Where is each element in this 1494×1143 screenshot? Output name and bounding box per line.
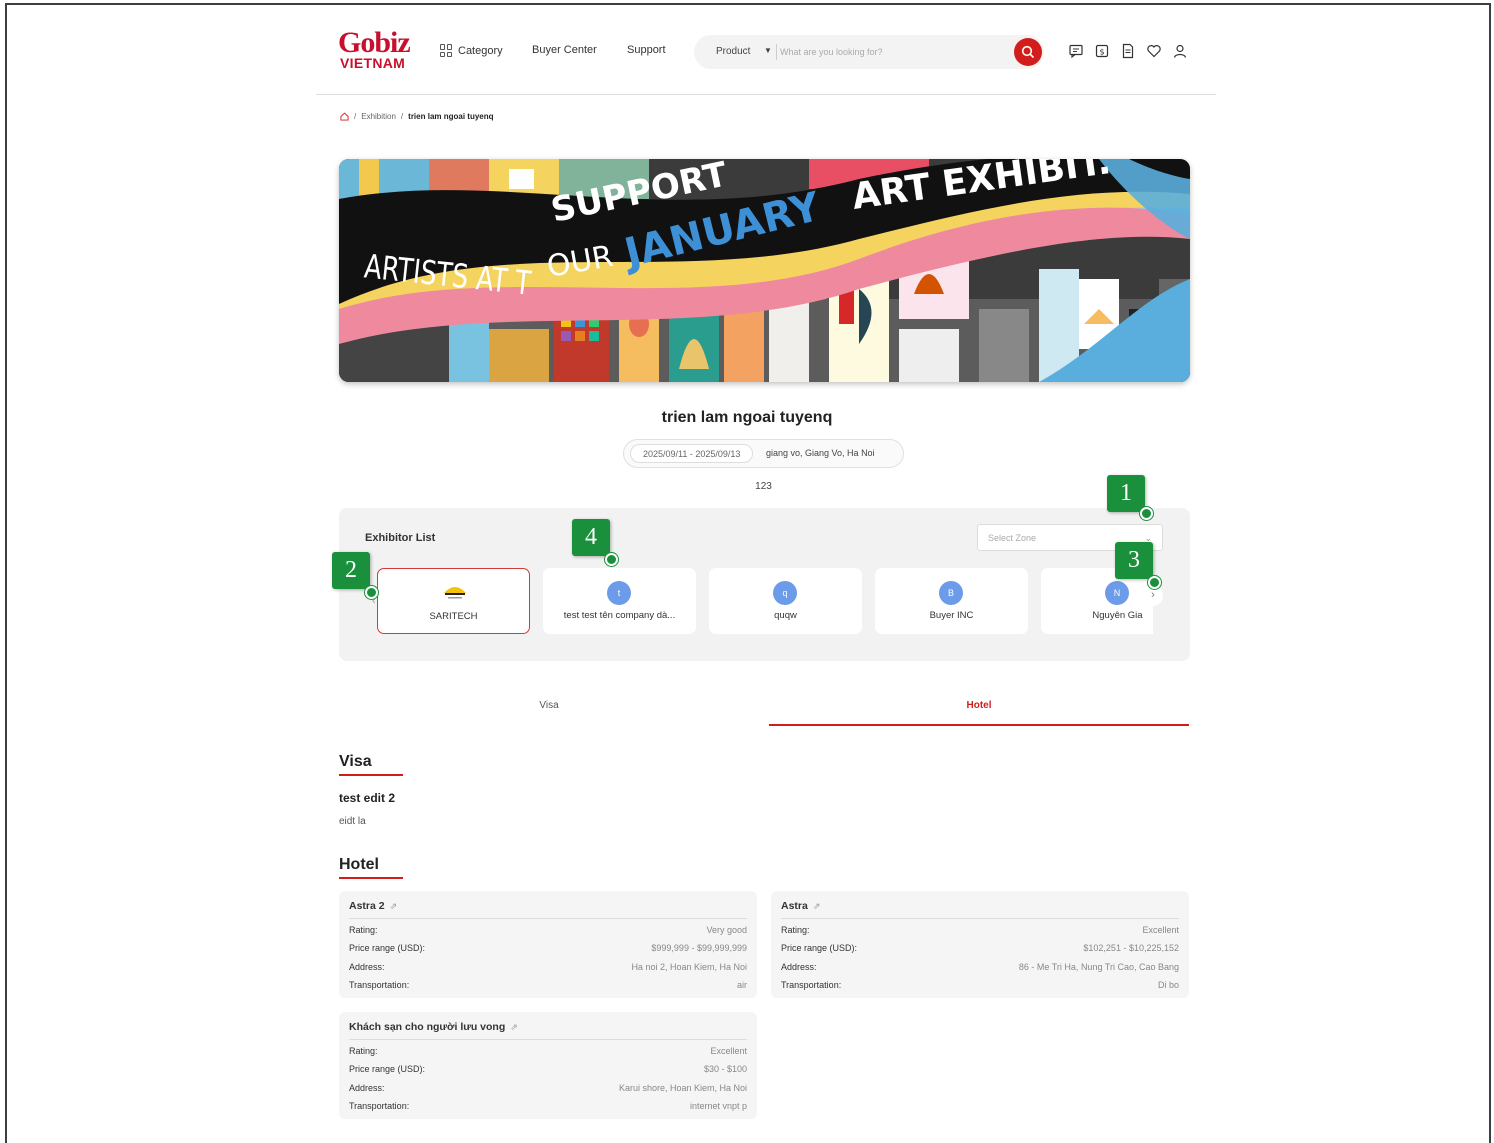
event-location: giang vo, Giang Vo, Ha Noi [766, 448, 875, 458]
transport-label: Transportation: [349, 1101, 410, 1111]
rating-value: Excellent [1142, 925, 1179, 935]
breadcrumb-exhibition[interactable]: Exhibition [361, 112, 396, 121]
carousel-next-icon[interactable]: › [1143, 586, 1163, 606]
quote-icon[interactable]: $ [1094, 43, 1110, 59]
transport-value: Di bo [1157, 980, 1179, 990]
external-link-icon[interactable]: ⇗ [510, 1022, 518, 1032]
exhibitor-avatar: t [607, 581, 631, 605]
banner-artwork: SUPPORT ARTISTS AT T OUR JANUARY ART EXH… [339, 159, 1190, 382]
chat-icon[interactable] [1068, 43, 1084, 59]
transport-value: internet vnpt p [689, 1101, 747, 1111]
event-title: trien lam ngoai tuyenq [661, 409, 833, 426]
search-divider [776, 44, 777, 60]
address-value: 86 - Me Tri Ha, Nung Tri Cao, Cao Bang [1018, 962, 1179, 972]
hotel-heading-underline [339, 877, 403, 879]
price-label: Price range (USD): [349, 943, 426, 953]
exhibitor-avatar: B [939, 581, 963, 605]
zone-select-placeholder: Select Zone [988, 533, 1037, 543]
grid-icon [440, 44, 453, 57]
exhibitor-name: SARITECH [429, 611, 478, 622]
price-label: Price range (USD): [781, 943, 858, 953]
logo-country: VIETNAM [340, 55, 406, 71]
rating-label: Rating: [781, 925, 810, 935]
hotel-name: Astra [781, 900, 808, 912]
rating-label: Rating: [349, 925, 378, 935]
active-tab-indicator [769, 724, 1189, 726]
price-value: $30 - $100 [703, 1064, 747, 1074]
exhibitor-panel: Exhibitor List Select Zone ⌄ ‹ SARITECH … [339, 508, 1190, 661]
tab-visa[interactable]: Visa [339, 700, 759, 711]
hotel-card: Astra 2 ⇗ Rating: Very good Price range (U… [339, 891, 757, 998]
transport-value: air [736, 980, 747, 990]
caret-down-icon[interactable]: ▼ [764, 46, 772, 55]
home-icon[interactable] [340, 112, 349, 121]
site-header: Gobiz VIETNAM Category Buyer Center Supp… [338, 26, 1198, 78]
annotation-marker: 2 [332, 552, 378, 599]
search-bar: Product ▼ [694, 35, 1044, 69]
annotation-marker: 4 [572, 519, 618, 566]
hotel-heading: Hotel [339, 856, 379, 873]
logo[interactable]: Gobiz VIETNAM [338, 26, 418, 72]
hotel-card: Astra ⇗ Rating: Excellent Price range (USD… [771, 891, 1189, 998]
annotation-marker: 1 [1107, 475, 1153, 520]
transport-label: Transportation: [349, 980, 410, 990]
external-link-icon[interactable]: ⇗ [390, 901, 398, 911]
tab-hotel[interactable]: Hotel [769, 700, 1189, 711]
exhibitor-avatar: N [1105, 581, 1129, 605]
search-category-select[interactable]: Product [716, 46, 750, 57]
breadcrumb-current: trien lam ngoai tuyenq [408, 112, 494, 121]
exhibitor-name: quqw [774, 610, 797, 621]
external-link-icon[interactable]: ⇗ [813, 901, 821, 911]
transport-label: Transportation: [781, 980, 842, 990]
header-icons: $ [1068, 43, 1188, 59]
address-label: Address: [781, 962, 817, 972]
hotel-card: Khách sạn cho người lưu vong ⇗ Rating: Exc… [339, 1012, 757, 1119]
visa-description: eidt la [339, 816, 366, 827]
breadcrumb: / Exhibition / trien lam ngoai tuyenq [340, 112, 494, 121]
exhibitor-avatar: q [773, 581, 797, 605]
search-input[interactable] [780, 42, 1000, 62]
event-banner: SUPPORT ARTISTS AT T OUR JANUARY ART EXH… [339, 159, 1190, 382]
exhibitor-name: Nguyên Gia [1092, 610, 1143, 621]
rating-value: Very good [706, 925, 747, 935]
hotel-name: Astra 2 [349, 900, 385, 912]
search-icon [1021, 45, 1035, 59]
price-label: Price range (USD): [349, 1064, 426, 1074]
exhibitor-card[interactable]: t test test tên company dà... [543, 568, 696, 634]
event-dates: 2025/09/11 - 2025/09/13 [630, 444, 754, 463]
svg-text:$: $ [1099, 48, 1104, 57]
address-value: Karui shore, Hoan Kiem, Ha Noi [618, 1083, 747, 1093]
visa-name: test edit 2 [339, 791, 396, 805]
search-button[interactable] [1014, 38, 1042, 66]
nav-category-label: Category [458, 44, 503, 57]
exhibitor-carousel: SARITECH t test test tên company dà... q… [377, 568, 1153, 634]
exhibitor-card-saritech[interactable]: SARITECH [377, 568, 530, 634]
nav-buyer-center[interactable]: Buyer Center [532, 44, 597, 56]
event-description: 123 [755, 481, 772, 492]
visa-heading-underline [339, 774, 403, 776]
hotel-name: Khách sạn cho người lưu vong [349, 1021, 506, 1033]
header-divider [316, 94, 1216, 95]
user-icon[interactable] [1172, 43, 1188, 59]
nav-support[interactable]: Support [627, 44, 666, 56]
annotation-marker: 3 [1115, 542, 1161, 589]
rating-value: Excellent [710, 1046, 747, 1056]
exhibitor-card[interactable]: q quqw [709, 568, 862, 634]
saritech-logo [444, 587, 466, 599]
exhibitor-card[interactable]: B Buyer INC [875, 568, 1028, 634]
event-meta: 2025/09/11 - 2025/09/13 giang vo, Giang … [623, 439, 904, 468]
price-value: $999,999 - $99,999,999 [651, 943, 747, 953]
visa-heading: Visa [339, 753, 372, 770]
document-icon[interactable] [1120, 43, 1136, 59]
exhibitor-name: test test tên company dà... [563, 610, 676, 621]
exhibitor-name: Buyer INC [929, 610, 974, 621]
price-value: $102,251 - $10,225,152 [1083, 943, 1179, 953]
address-label: Address: [349, 962, 385, 972]
address-label: Address: [349, 1083, 385, 1093]
rating-label: Rating: [349, 1046, 378, 1056]
nav-category[interactable]: Category [440, 44, 503, 57]
exhibitor-list-label: Exhibitor List [365, 532, 436, 544]
address-value: Ha noi 2, Hoan Kiem, Ha Noi [631, 962, 747, 972]
heart-icon[interactable] [1146, 43, 1162, 59]
